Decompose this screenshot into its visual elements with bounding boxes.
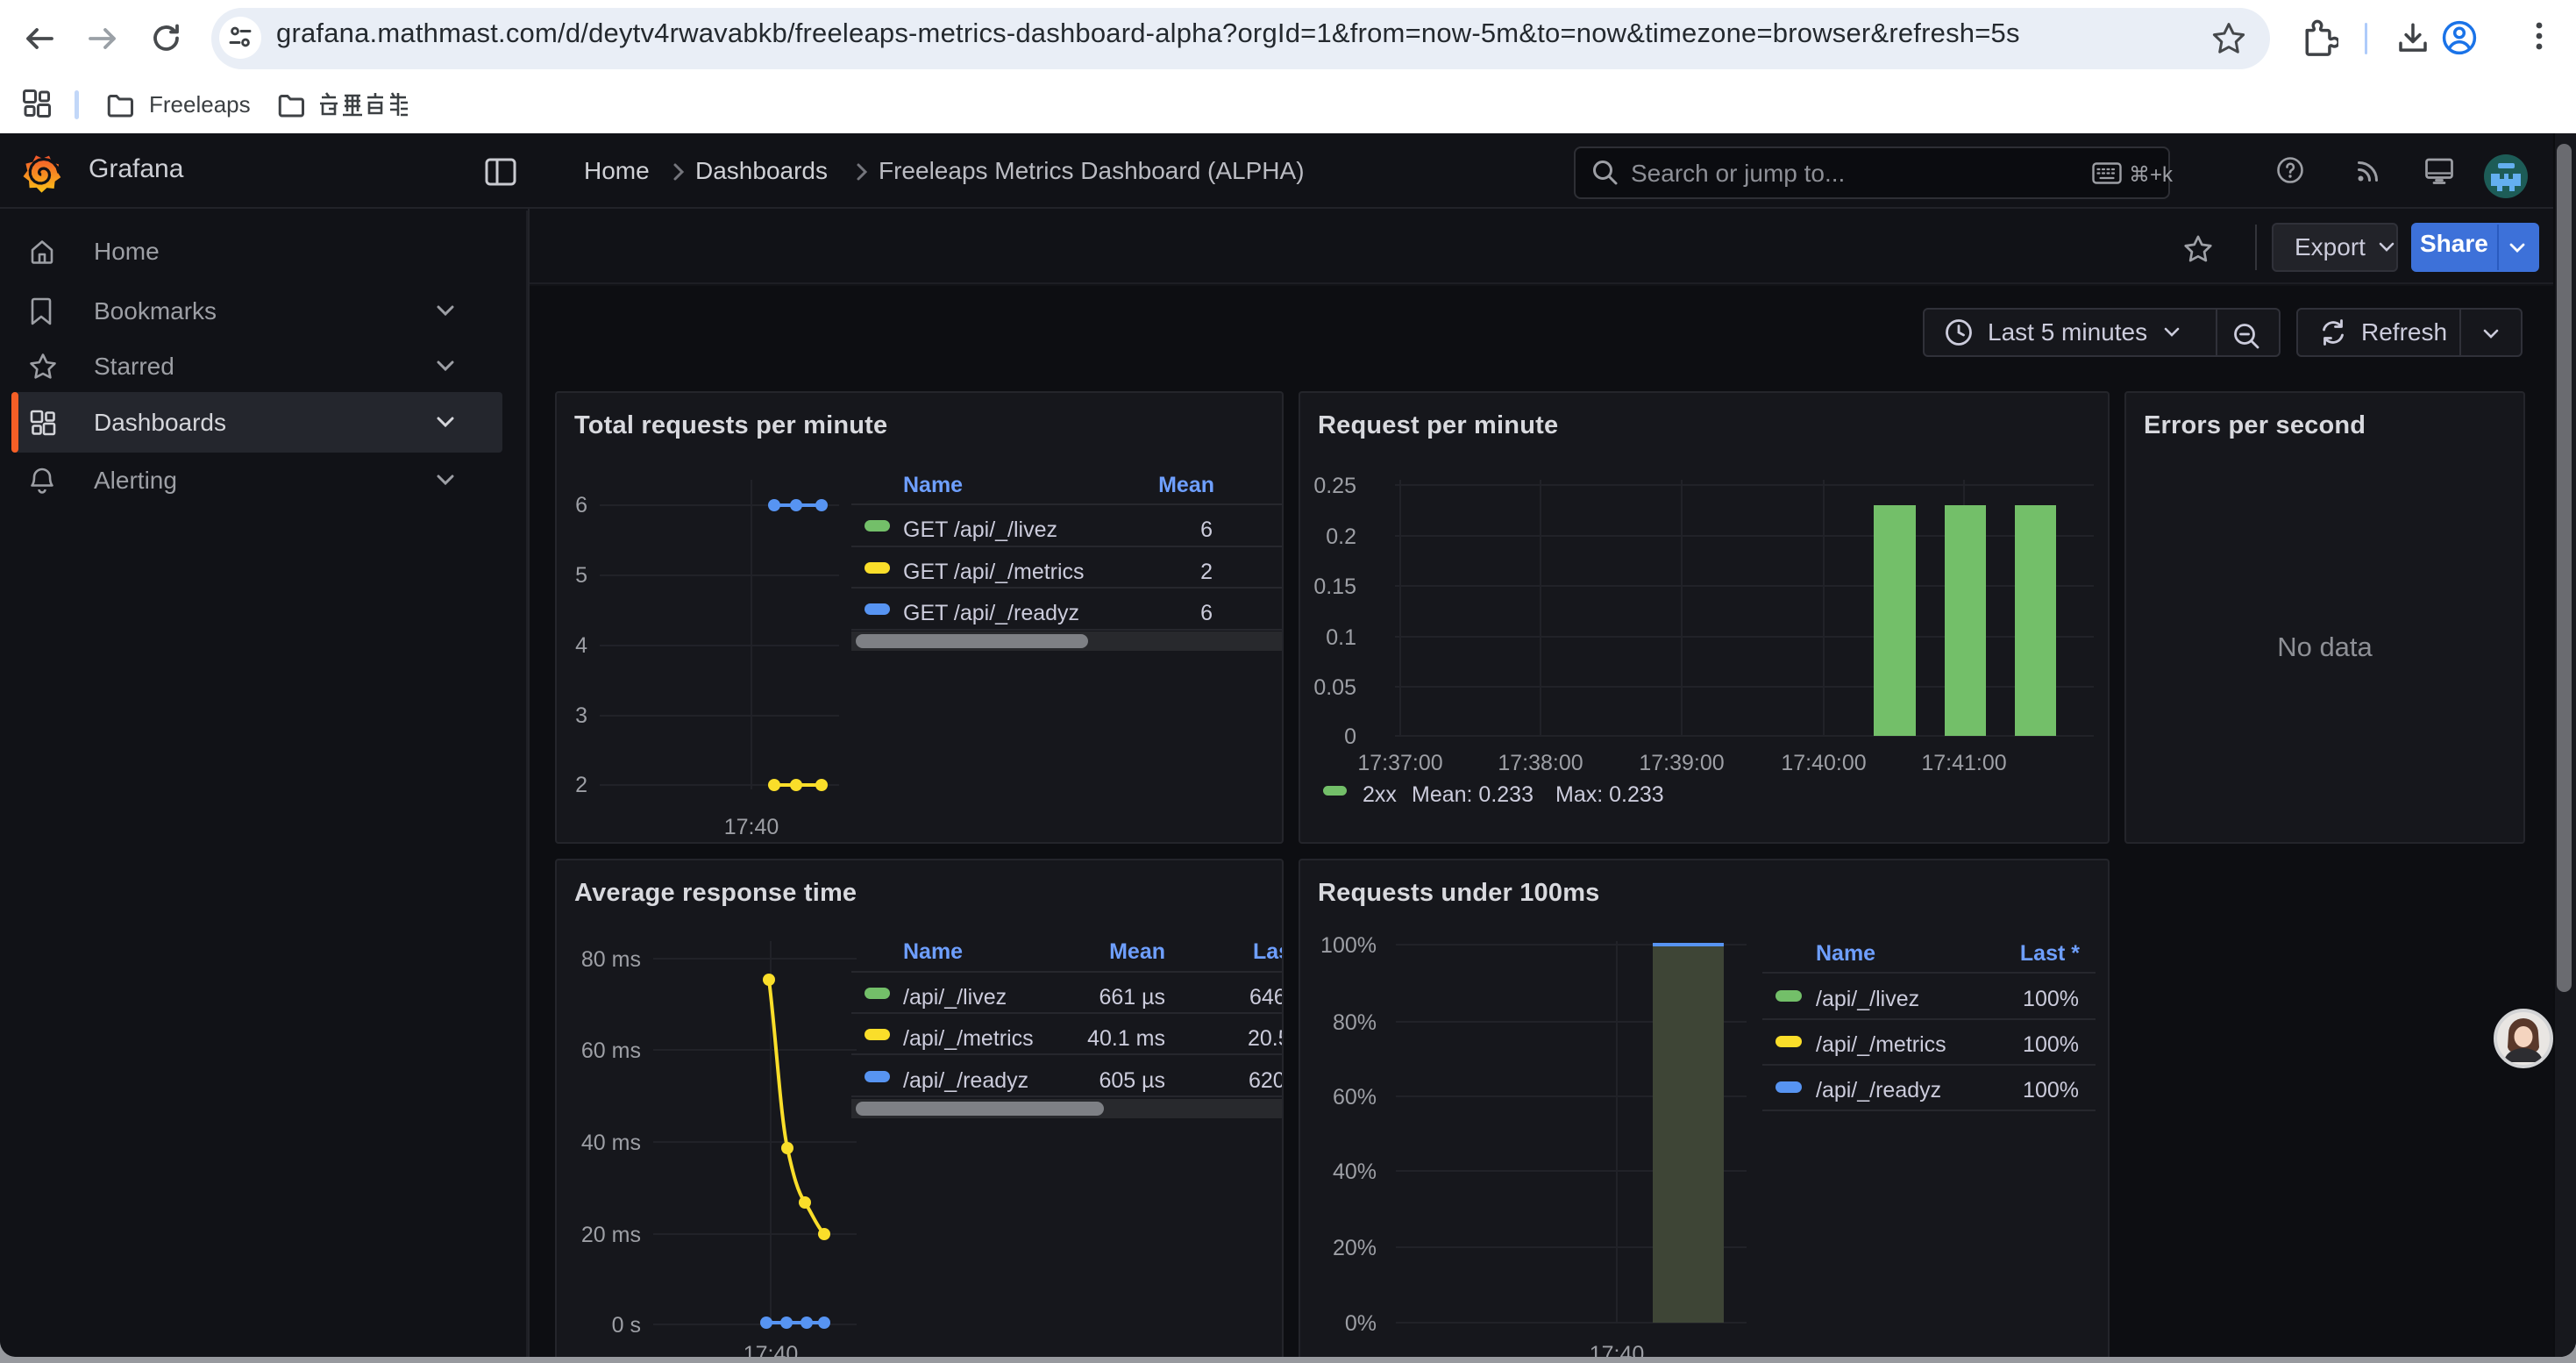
svg-text:GET /api/_/livez: GET /api/_/livez xyxy=(903,517,1057,542)
svg-text:17:37:00: 17:37:00 xyxy=(1357,751,1442,775)
svg-text:20%: 20% xyxy=(1333,1236,1377,1260)
svg-text:GET /api/_/metrics: GET /api/_/metrics xyxy=(903,560,1085,584)
svg-text:Name: Name xyxy=(1816,941,1875,966)
svg-text:661 µs: 661 µs xyxy=(1099,985,1165,1010)
svg-text:6: 6 xyxy=(575,493,587,517)
svg-text:2xx: 2xx xyxy=(1363,782,1397,807)
svg-text:100%: 100% xyxy=(2023,987,2079,1011)
svg-text:/api/_/readyz: /api/_/readyz xyxy=(903,1068,1028,1093)
svg-text:20.5 ms: 20.5 ms xyxy=(1248,1026,1282,1051)
svg-text:17:40:00: 17:40:00 xyxy=(1781,751,1866,775)
svg-text:17:41:00: 17:41:00 xyxy=(1921,751,2006,775)
svg-text:40 ms: 40 ms xyxy=(581,1131,641,1155)
svg-text:0.05: 0.05 xyxy=(1313,675,1356,700)
svg-text:80 ms: 80 ms xyxy=(581,947,641,972)
svg-text:0%: 0% xyxy=(1345,1311,1377,1336)
svg-text:646 µs: 646 µs xyxy=(1249,985,1282,1010)
svg-text:60%: 60% xyxy=(1333,1085,1377,1110)
svg-text:100%: 100% xyxy=(2023,1032,2079,1057)
svg-text:6: 6 xyxy=(1200,517,1213,542)
svg-text:0.15: 0.15 xyxy=(1313,574,1356,599)
svg-text:17:38:00: 17:38:00 xyxy=(1498,751,1583,775)
svg-text:20 ms: 20 ms xyxy=(581,1223,641,1247)
svg-text:5: 5 xyxy=(575,563,587,588)
svg-text:Max: 0.233: Max: 0.233 xyxy=(1555,782,1664,807)
svg-text:40.1 ms: 40.1 ms xyxy=(1087,1026,1165,1051)
svg-text:0.25: 0.25 xyxy=(1313,474,1356,498)
svg-text:100%: 100% xyxy=(1320,933,1377,958)
svg-text:17:40: 17:40 xyxy=(724,815,779,839)
svg-text:Name: Name xyxy=(903,473,963,497)
svg-text:Name: Name xyxy=(903,939,963,964)
svg-text:0.2: 0.2 xyxy=(1326,525,1356,549)
svg-text:/api/_/metrics: /api/_/metrics xyxy=(1816,1032,1946,1057)
svg-text:80%: 80% xyxy=(1333,1010,1377,1035)
svg-text:2: 2 xyxy=(575,773,587,797)
svg-text:0.1: 0.1 xyxy=(1326,625,1356,650)
svg-text:/api/_/livez: /api/_/livez xyxy=(1816,987,1919,1011)
svg-text:40%: 40% xyxy=(1333,1160,1377,1184)
svg-text:605 µs: 605 µs xyxy=(1099,1068,1165,1093)
svg-text:Mean: Mean xyxy=(1158,473,1214,497)
svg-text:/api/_/metrics: /api/_/metrics xyxy=(903,1026,1034,1051)
svg-text:620 µs: 620 µs xyxy=(1249,1068,1282,1093)
svg-text:6: 6 xyxy=(1200,601,1213,625)
svg-text:/api/_/livez: /api/_/livez xyxy=(903,985,1007,1010)
svg-text:/api/_/readyz: /api/_/readyz xyxy=(1816,1078,1941,1103)
svg-text:17:40: 17:40 xyxy=(1590,1342,1645,1357)
svg-text:Mean: Mean xyxy=(1109,939,1165,964)
svg-text:4: 4 xyxy=(575,633,587,658)
svg-text:3: 3 xyxy=(575,703,587,728)
svg-text:Mean: 0.233: Mean: 0.233 xyxy=(1412,782,1534,807)
svg-text:17:39:00: 17:39:00 xyxy=(1639,751,1724,775)
svg-text:0 s: 0 s xyxy=(612,1313,641,1338)
svg-text:17:40: 17:40 xyxy=(744,1342,799,1357)
svg-text:Last *: Last * xyxy=(2020,941,2080,966)
svg-text:60 ms: 60 ms xyxy=(581,1038,641,1063)
svg-text:GET /api/_/readyz: GET /api/_/readyz xyxy=(903,601,1079,625)
svg-text:2: 2 xyxy=(1200,560,1213,584)
svg-text:Last *: Last * xyxy=(1253,939,1282,964)
svg-text:0: 0 xyxy=(1344,724,1356,749)
svg-text:100%: 100% xyxy=(2023,1078,2079,1103)
